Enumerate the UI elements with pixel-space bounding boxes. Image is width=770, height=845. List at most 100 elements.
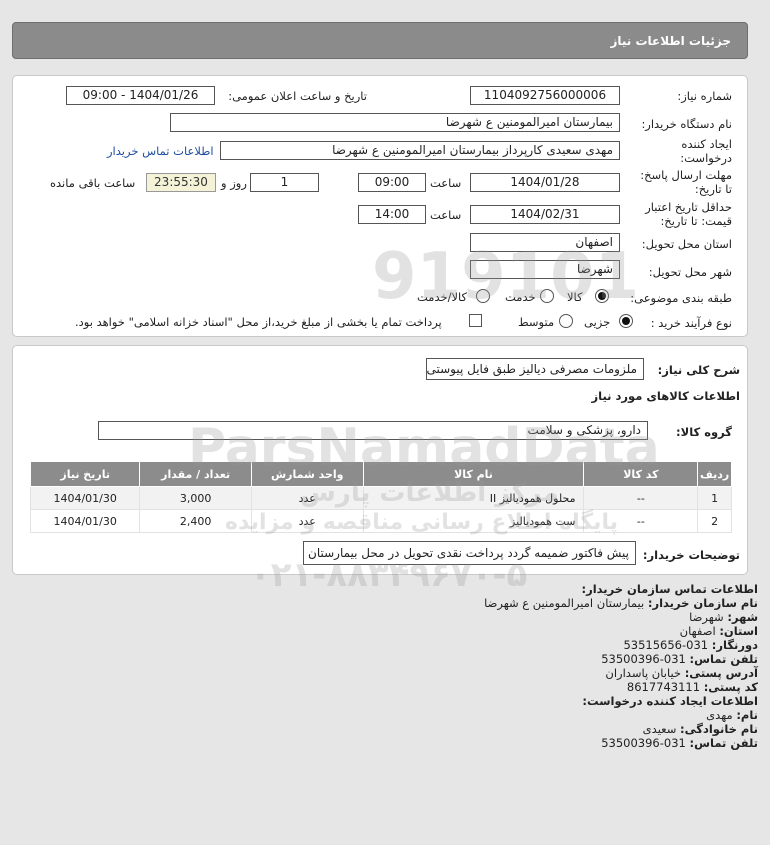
treasury-payment-note: پرداخت تمام یا بخشی از مبلغ خرید،از محل …	[75, 315, 442, 329]
creator-family: سعیدی	[642, 722, 677, 736]
process-medium-radio[interactable]	[559, 314, 573, 328]
contact-province-label: استان:	[719, 624, 758, 638]
table-row: 2 -- ست همودیالیز عدد 2,400 1404/01/30	[29, 509, 732, 533]
contact-province: اصفهان	[679, 624, 716, 638]
process-label: نوع فرآیند خرید :	[650, 316, 732, 330]
cell-unit: عدد	[250, 509, 364, 533]
remaining-time-field: 23:55:30	[146, 173, 216, 192]
creator-label-1: ایجاد کننده	[681, 137, 732, 151]
col-row-header: ردیف	[697, 461, 732, 487]
contact-title: اطلاعات تماس سازمان خریدار:	[581, 582, 758, 596]
buyer-notes-field: پیش فاکتور ضمیمه گردد پرداخت نقدی تحویل …	[303, 541, 636, 565]
buyer-contact-link[interactable]: اطلاعات تماس خریدار	[107, 144, 214, 158]
cell-row: 1	[697, 486, 732, 510]
cell-code: --	[583, 509, 699, 533]
contact-province-line: استان: اصفهان	[18, 624, 758, 638]
category-goods-label: کالا	[567, 290, 583, 304]
province-field: اصفهان	[470, 233, 620, 252]
contact-phone-line: تلفن تماس: 031-53500396	[18, 652, 758, 666]
cell-name: ست همودیالیز	[362, 509, 585, 533]
creator-phone-label: تلفن تماس:	[689, 736, 758, 750]
goods-group-field: دارو، پزشکی و سلامت	[98, 421, 648, 440]
deadline-time-field: 09:00	[358, 173, 426, 192]
buyer-org-field: بیمارستان امیرالمومنین ع شهرضا	[170, 113, 620, 132]
col-code-header: کد کالا	[583, 461, 699, 487]
validity-label-2: قیمت: تا تاریخ:	[660, 214, 732, 228]
cell-date: 1404/01/30	[29, 486, 141, 510]
creator-name-line: نام: مهدی	[18, 708, 758, 722]
process-medium-label: متوسط	[518, 315, 555, 329]
contact-postal-line: کد پستی: 8617743111	[18, 680, 758, 694]
goods-table: ردیف کد کالا نام کالا واحد شمارش تعداد /…	[29, 461, 732, 533]
need-number-field: 1104092756000006	[470, 86, 620, 105]
validity-time-field: 14:00	[358, 205, 426, 224]
treasury-payment-checkbox[interactable]	[469, 314, 482, 327]
category-goods-radio[interactable]	[595, 289, 609, 303]
category-service-label: خدمت	[505, 290, 536, 304]
summary-field: ملزومات مصرفی دیالیز طبق فایل پیوستی	[426, 358, 644, 380]
creator-family-line: نام خانوادگی: سعیدی	[18, 722, 758, 736]
col-date-header: تاریخ نیاز	[29, 461, 141, 487]
col-unit-header: واحد شمارش	[250, 461, 364, 487]
city-label: شهر محل تحویل:	[648, 265, 732, 279]
creator-info-title: اطلاعات ایجاد کننده درخواست:	[582, 694, 758, 708]
contact-address-label: آدرس پستی:	[684, 666, 758, 680]
deadline-label-1: مهلت ارسال پاسخ:	[640, 168, 732, 182]
creator-family-label: نام خانوادگی:	[680, 722, 758, 736]
cell-unit: عدد	[250, 486, 364, 510]
goods-info-title: اطلاعات کالاهای مورد نیاز	[591, 389, 740, 403]
contact-postal: 8617743111	[626, 680, 701, 694]
remaining-label: ساعت باقی مانده	[50, 176, 136, 190]
contact-city: شهرضا	[689, 610, 724, 624]
days-label: روز و	[221, 176, 247, 190]
validity-time-label: ساعت	[430, 208, 462, 222]
buyer-notes-label: توضیحات خریدار:	[642, 548, 740, 562]
contact-org-label: نام سازمان خریدار:	[647, 596, 758, 610]
contact-postal-label: کد پستی:	[703, 680, 758, 694]
province-label: استان محل تحویل:	[641, 237, 732, 251]
contact-city-line: شهر: شهرضا	[18, 610, 758, 624]
process-partial-radio[interactable]	[619, 314, 633, 328]
summary-label: شرح کلی نیاز:	[657, 363, 740, 377]
table-row: 1 -- محلول همودیالیز II عدد 3,000 1404/0…	[29, 486, 732, 510]
contact-fax: 031-53515656	[623, 638, 709, 652]
col-name-header: نام کالا	[362, 461, 585, 487]
col-qty-header: تعداد / مقدار	[139, 461, 252, 487]
validity-date-field: 1404/02/31	[470, 205, 620, 224]
deadline-label-2: تا تاریخ:	[694, 182, 732, 196]
contact-phone-label: تلفن تماس:	[689, 652, 758, 666]
contact-org: بیمارستان امیرالمومنین ع شهرضا	[484, 596, 645, 610]
contact-city-label: شهر:	[727, 610, 758, 624]
category-service-radio[interactable]	[540, 289, 554, 303]
cell-name: محلول همودیالیز II	[362, 486, 585, 510]
need-number-label: شماره نیاز:	[677, 89, 732, 103]
buyer-org-label: نام دستگاه خریدار:	[641, 117, 732, 131]
goods-group-label: گروه کالا:	[676, 425, 732, 439]
category-goods-service-label: کالا/خدمت	[417, 290, 468, 304]
contact-fax-line: دورنگار: 031-53515656	[18, 638, 758, 652]
contact-org-line: نام سازمان خریدار: بیمارستان امیرالمومنی…	[18, 596, 758, 610]
cell-code: --	[583, 486, 699, 510]
validity-label-1: حداقل تاریخ اعتبار	[645, 200, 732, 214]
contact-address: خیابان پاسداران	[605, 666, 682, 680]
category-label: طبقه بندی موضوعی:	[630, 291, 732, 305]
page-title: جزئیات اطلاعات نیاز	[610, 34, 731, 48]
buyer-contact-section: اطلاعات تماس سازمان خریدار: نام سازمان خ…	[18, 582, 758, 750]
cell-qty: 2,400	[139, 509, 252, 533]
category-goods-service-radio[interactable]	[476, 289, 490, 303]
contact-address-line: آدرس پستی: خیابان پاسداران	[18, 666, 758, 680]
contact-fax-label: دورنگار:	[711, 638, 758, 652]
creator-phone-line: تلفن تماس: 031-53500396	[18, 736, 758, 750]
creator-name-label: نام:	[736, 708, 758, 722]
creator-name: مهدی	[706, 708, 733, 722]
days-field: 1	[250, 173, 319, 192]
creator-field: مهدی سعیدی کارپرداز بیمارستان امیرالمومن…	[220, 141, 620, 160]
city-field: شهرضا	[470, 260, 620, 279]
deadline-time-label: ساعت	[430, 176, 462, 190]
creator-label-2: درخواست:	[680, 151, 732, 165]
goods-table-header: ردیف کد کالا نام کالا واحد شمارش تعداد /…	[29, 461, 732, 487]
cell-qty: 3,000	[139, 486, 252, 510]
creator-phone: 031-53500396	[601, 736, 686, 750]
deadline-date-field: 1404/01/28	[470, 173, 620, 192]
cell-row: 2	[697, 509, 732, 533]
